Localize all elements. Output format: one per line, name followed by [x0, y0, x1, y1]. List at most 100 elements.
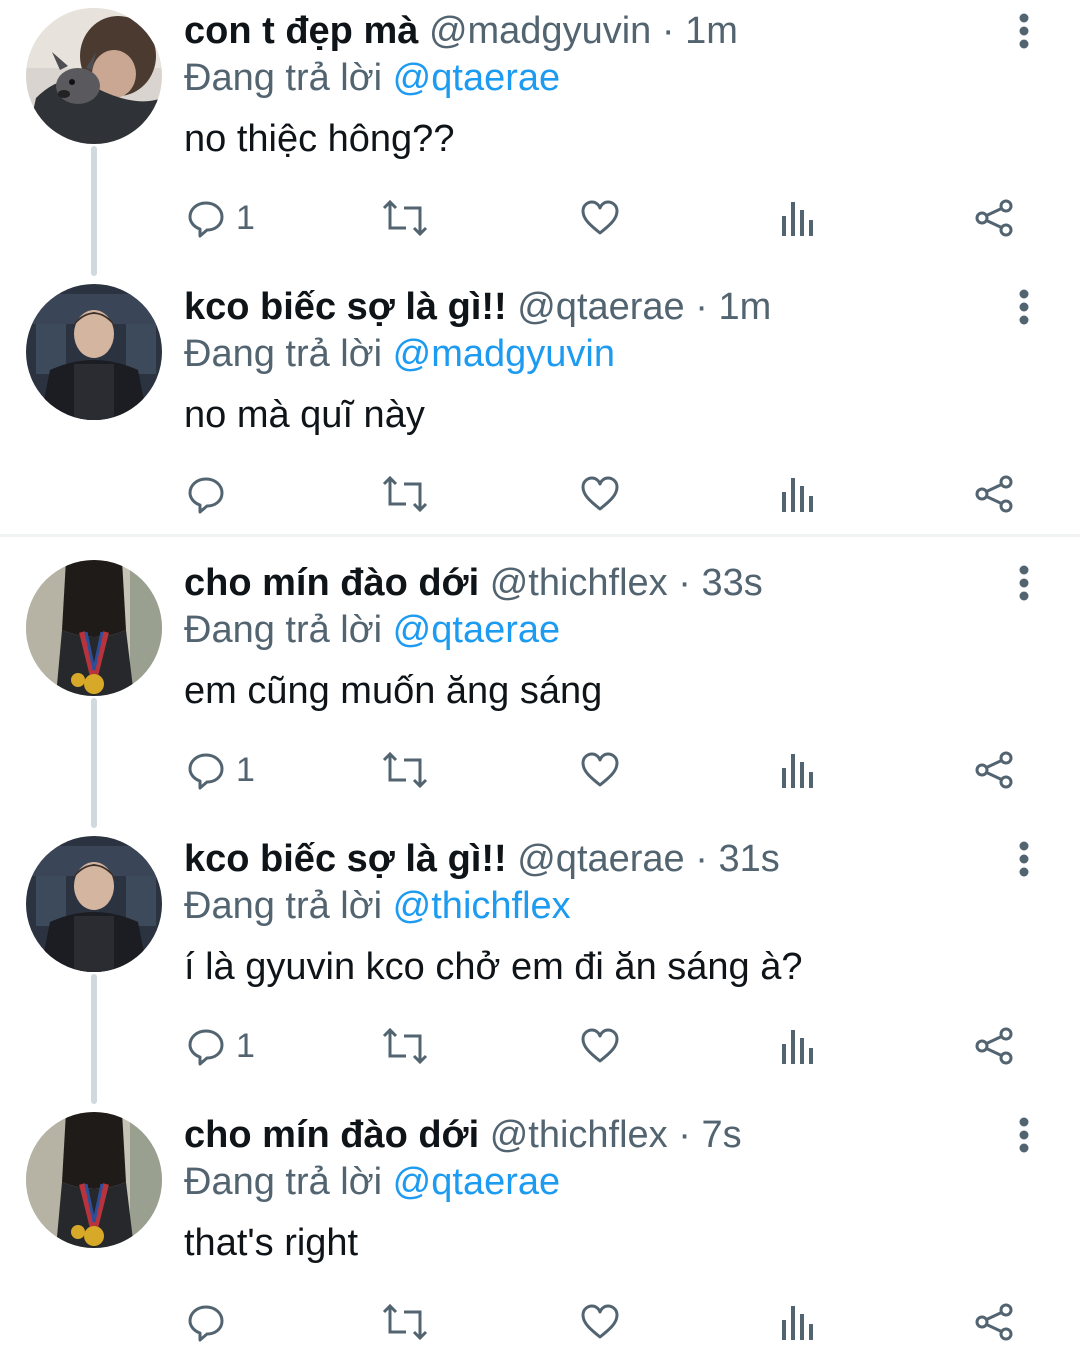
separator-dot: ·	[678, 1114, 691, 1156]
tweet-header: con t đẹp mà @madgyuvin · 1m	[184, 8, 738, 54]
display-name[interactable]: kco biếc sợ là gì!!	[184, 286, 507, 328]
reply-target-link[interactable]: @qtaerae	[393, 1161, 560, 1203]
reply-button[interactable]: 1	[186, 1016, 255, 1076]
more-options-button[interactable]	[1004, 1112, 1044, 1158]
separator-dot: ·	[661, 10, 675, 52]
retweet-button[interactable]	[382, 1292, 428, 1352]
more-vertical-icon	[1019, 13, 1029, 49]
separator-dot: ·	[695, 838, 708, 880]
tweet-text: no mà quĩ này	[184, 394, 425, 436]
retweet-button[interactable]	[382, 464, 428, 524]
reply-context: Đang trả lời @qtaerae	[184, 55, 560, 101]
user-handle[interactable]: @thichflex	[490, 562, 668, 604]
display-name[interactable]: con t đẹp mà	[184, 10, 418, 52]
share-button[interactable]	[974, 1292, 1014, 1352]
more-options-button[interactable]	[1004, 8, 1044, 54]
reply-target-link[interactable]: @madgyuvin	[393, 333, 615, 375]
reply-button[interactable]	[186, 1292, 236, 1352]
reply-target-link[interactable]: @thichflex	[393, 885, 571, 927]
avatar[interactable]	[26, 836, 162, 972]
like-icon	[581, 1028, 619, 1063]
like-icon	[581, 1304, 619, 1339]
views-button[interactable]	[780, 1292, 814, 1352]
tweet-header: kco biếc sợ là gì!! @qtaerae · 31s	[184, 836, 780, 882]
reply-button[interactable]: 1	[186, 740, 255, 800]
tweet-text: í là gyuvin kco chở em đi ăn sáng à?	[184, 946, 803, 988]
share-icon	[975, 199, 1013, 237]
timestamp[interactable]: 1m	[718, 286, 771, 328]
tweet-header: cho mín đào dới @thichflex · 7s	[184, 1112, 742, 1158]
views-button[interactable]	[780, 464, 814, 524]
reply-prefix: Đang trả lời	[184, 57, 383, 99]
like-icon	[581, 752, 619, 787]
reply-icon	[188, 1029, 224, 1066]
more-vertical-icon	[1019, 289, 1029, 325]
reply-button[interactable]	[186, 464, 236, 524]
views-icon	[782, 478, 813, 512]
tweet-text: that's right	[184, 1222, 359, 1264]
views-icon	[782, 1306, 813, 1340]
reply-target-link[interactable]: @qtaerae	[393, 57, 560, 99]
display-name[interactable]: cho mín đào dới	[184, 562, 479, 604]
tweet[interactable]: cho mín đào dới @thichflex · 33s Đang tr…	[0, 552, 1080, 828]
views-button[interactable]	[780, 188, 814, 248]
like-icon	[581, 200, 619, 235]
views-button[interactable]	[780, 740, 814, 800]
more-options-button[interactable]	[1004, 560, 1044, 606]
more-options-button[interactable]	[1004, 836, 1044, 882]
share-icon	[975, 475, 1013, 513]
timestamp[interactable]: 7s	[701, 1114, 741, 1156]
avatar[interactable]	[26, 8, 162, 144]
like-button[interactable]	[580, 1292, 620, 1352]
tweet[interactable]: kco biếc sợ là gì!! @qtaerae · 1m Đang t…	[0, 276, 1080, 552]
tweet[interactable]: cho mín đào dới @thichflex · 7s Đang trả…	[0, 1104, 1080, 1347]
user-handle[interactable]: @qtaerae	[517, 838, 684, 880]
more-vertical-icon	[1019, 1117, 1029, 1153]
views-button[interactable]	[780, 1016, 814, 1076]
retweet-icon	[382, 1303, 428, 1341]
reply-prefix: Đang trả lời	[184, 609, 383, 651]
like-button[interactable]	[580, 464, 620, 524]
share-button[interactable]	[974, 464, 1014, 524]
tweet-actions	[0, 1292, 1080, 1352]
reply-count: 1	[236, 1026, 255, 1065]
share-button[interactable]	[974, 1016, 1014, 1076]
like-button[interactable]	[580, 1016, 620, 1076]
tweet-header: cho mín đào dới @thichflex · 33s	[184, 560, 763, 606]
share-icon	[975, 751, 1013, 789]
user-handle[interactable]: @madgyuvin	[429, 10, 651, 52]
avatar[interactable]	[26, 284, 162, 420]
retweet-icon	[382, 199, 428, 237]
tweet[interactable]: kco biếc sợ là gì!! @qtaerae · 31s Đang …	[0, 828, 1080, 1104]
reply-button[interactable]: 1	[186, 188, 255, 248]
user-handle[interactable]: @thichflex	[490, 1114, 668, 1156]
retweet-button[interactable]	[382, 740, 428, 800]
retweet-button[interactable]	[382, 188, 428, 248]
avatar[interactable]	[26, 1112, 162, 1248]
reply-target-link[interactable]: @qtaerae	[393, 609, 560, 651]
like-button[interactable]	[580, 740, 620, 800]
reply-icon	[188, 201, 224, 238]
display-name[interactable]: cho mín đào dới	[184, 1114, 479, 1156]
display-name[interactable]: kco biếc sợ là gì!!	[184, 838, 507, 880]
like-button[interactable]	[580, 188, 620, 248]
separator-dot: ·	[695, 286, 708, 328]
tweet-text: em cũng muốn ăng sáng	[184, 670, 603, 712]
retweet-button[interactable]	[382, 1016, 428, 1076]
share-button[interactable]	[974, 740, 1014, 800]
tweet[interactable]: con t đẹp mà @madgyuvin · 1m Đang trả lờ…	[0, 0, 1080, 276]
reply-icon	[188, 753, 224, 790]
timestamp[interactable]: 1m	[685, 10, 738, 52]
more-options-button[interactable]	[1004, 284, 1044, 330]
timestamp[interactable]: 33s	[701, 562, 762, 604]
tweet-text: no thiệc hông??	[184, 118, 455, 160]
tweet-actions: 1	[0, 740, 1080, 800]
retweet-icon	[382, 751, 428, 789]
user-handle[interactable]: @qtaerae	[517, 286, 684, 328]
share-button[interactable]	[974, 188, 1014, 248]
timestamp[interactable]: 31s	[718, 838, 779, 880]
reply-prefix: Đang trả lời	[184, 885, 383, 927]
views-icon	[782, 202, 813, 236]
avatar[interactable]	[26, 560, 162, 696]
reply-prefix: Đang trả lời	[184, 333, 383, 375]
